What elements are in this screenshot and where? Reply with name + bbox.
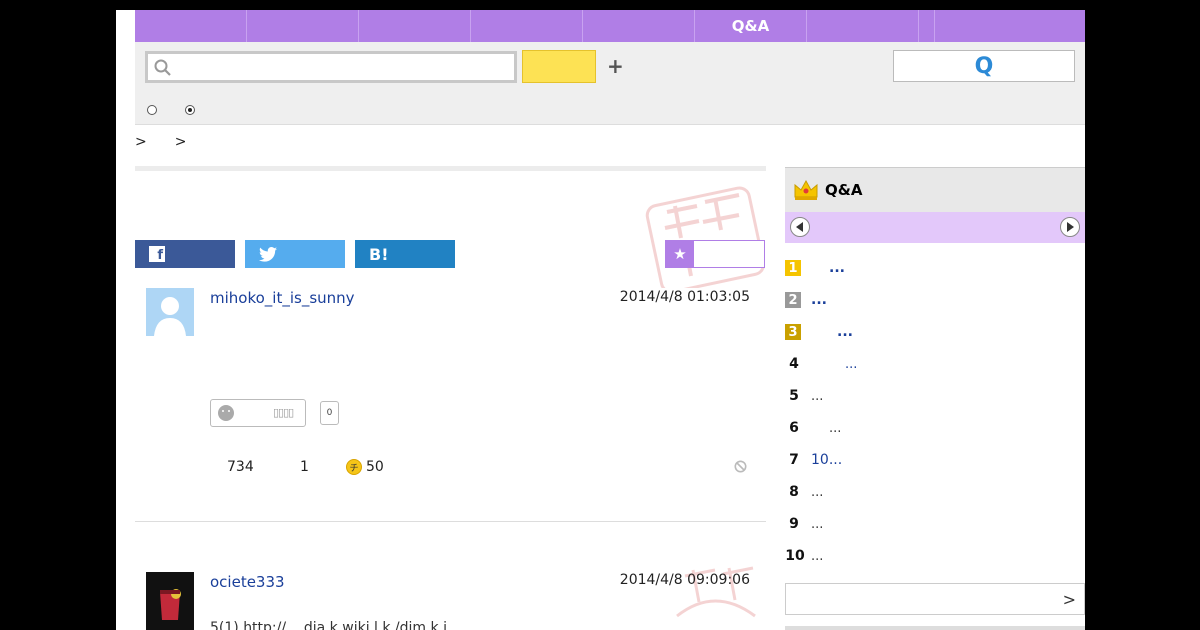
rank-number: 3 xyxy=(785,324,801,340)
ranking-item[interactable]: 2 ... xyxy=(785,292,827,308)
answers-count: 1 xyxy=(300,459,309,475)
ranking-item[interactable]: 1 ... xyxy=(785,260,845,276)
breadcrumb-separator: > xyxy=(135,134,147,150)
next-arrow-button[interactable] xyxy=(1060,217,1080,237)
divider xyxy=(135,166,766,171)
search-input[interactable] xyxy=(178,56,508,78)
breadcrumb-separator: > xyxy=(174,134,187,150)
ranking-more-button[interactable]: > xyxy=(785,583,1085,615)
ranking-item[interactable]: 3 ... xyxy=(785,324,853,340)
search-bar: + Q xyxy=(135,42,1085,125)
page: Q&A + Q > > f B! ★ mihoko_it_is_sunny 20… xyxy=(116,10,1085,630)
facebook-icon: f xyxy=(149,246,165,262)
radio-option-2[interactable] xyxy=(185,105,195,115)
reaction-count: 0 xyxy=(320,401,339,425)
nav-item-7[interactable] xyxy=(807,10,919,42)
ranking-item-title[interactable]: 10... xyxy=(811,452,842,468)
ranking-item-title[interactable]: ... xyxy=(811,389,823,404)
username-link[interactable]: ociete333 xyxy=(210,573,285,591)
rank-number: 8 xyxy=(789,484,799,500)
hatena-bookmark-button[interactable]: B! xyxy=(355,240,455,268)
coin-icon: チ xyxy=(346,459,362,475)
ranking-item[interactable]: 5 ... xyxy=(785,388,823,404)
ask-question-button[interactable]: Q xyxy=(893,50,1075,82)
top-navigation: Q&A xyxy=(135,10,1085,42)
ranking-item-title[interactable]: ... xyxy=(829,260,845,276)
facebook-share-button[interactable]: f xyxy=(135,240,235,268)
ranking-item-title[interactable]: ... xyxy=(837,324,853,340)
ranking-item[interactable]: 7 10... xyxy=(785,452,842,468)
chevron-right-icon: > xyxy=(1062,590,1076,609)
twitter-share-button[interactable] xyxy=(245,240,345,268)
rank-number: 9 xyxy=(789,516,799,532)
breadcrumb: > > xyxy=(135,134,186,150)
post-stats: 734 1 チ 50 xyxy=(227,459,384,475)
coins-count: 50 xyxy=(366,459,384,475)
ranking-sidebar: Q&A 1 ... 2 ... 3 ... 4 ... 5 ... 6 ... … xyxy=(785,167,1085,630)
username-link[interactable]: mihoko_it_is_sunny xyxy=(210,289,355,307)
q-icon: Q xyxy=(974,53,994,79)
ranking-item[interactable]: 9 ... xyxy=(785,516,823,532)
nav-item-9[interactable] xyxy=(935,10,1085,42)
ranking-item-title[interactable]: ... xyxy=(811,485,823,500)
ranking-header: Q&A xyxy=(785,167,1085,212)
nav-item-4[interactable] xyxy=(471,10,583,42)
ranking-item[interactable]: 4 ... xyxy=(785,356,857,372)
hatena-icon: B! xyxy=(369,244,389,264)
search-field[interactable] xyxy=(145,51,517,83)
rank-number: 1 xyxy=(785,260,801,276)
ad-banner[interactable] xyxy=(785,626,1085,630)
nav-item-2[interactable] xyxy=(247,10,359,42)
ranking-item-title[interactable]: ... xyxy=(811,517,823,532)
nav-item-3[interactable] xyxy=(359,10,471,42)
ranking-item-title[interactable]: ... xyxy=(829,421,841,436)
solved-stamp-icon xyxy=(676,566,756,618)
rank-number: 7 xyxy=(789,452,799,468)
rank-number: 2 xyxy=(785,292,801,308)
smile-icon xyxy=(218,405,234,421)
arrow-left-icon xyxy=(796,222,803,232)
nav-item-8[interactable] xyxy=(919,10,935,42)
avatar[interactable] xyxy=(146,572,194,630)
reaction-button[interactable]: ▯▯▯▯ xyxy=(210,399,306,427)
ranking-title: Q&A xyxy=(825,181,863,199)
favorite-button[interactable]: ★ xyxy=(665,240,765,268)
radio-option-1[interactable] xyxy=(147,105,157,115)
twitter-icon xyxy=(259,246,277,262)
search-icon xyxy=(154,59,171,76)
ranking-item-title[interactable]: ... xyxy=(811,292,827,308)
rank-number: 10 xyxy=(785,548,805,564)
post-datetime: 2014/4/8 09:09:06 xyxy=(619,572,750,588)
rank-number: 4 xyxy=(789,356,799,372)
views-count: 734 xyxy=(227,459,254,475)
ranking-tabs xyxy=(785,212,1085,243)
prev-arrow-button[interactable] xyxy=(790,217,810,237)
reaction-label: ▯▯▯▯ xyxy=(273,406,294,419)
crown-icon xyxy=(794,179,818,200)
ranking-item[interactable]: 10 ... xyxy=(785,548,823,564)
ranking-item-title[interactable]: ... xyxy=(845,357,857,372)
question-main: f B! ★ mihoko_it_is_sunny 2014/4/8 01:03… xyxy=(135,166,766,630)
share-buttons: f B! xyxy=(135,240,455,268)
ranking-item[interactable]: 6 ... xyxy=(785,420,841,436)
nav-item-1[interactable] xyxy=(135,10,247,42)
rank-number: 5 xyxy=(789,388,799,404)
plus-icon[interactable]: + xyxy=(607,54,624,78)
ranking-item-title[interactable]: ... xyxy=(811,549,823,564)
search-button[interactable] xyxy=(522,50,596,83)
nav-item-5[interactable] xyxy=(583,10,695,42)
avatar[interactable] xyxy=(146,288,194,336)
star-icon: ★ xyxy=(666,241,694,267)
post-datetime: 2014/4/8 01:03:05 xyxy=(619,289,750,305)
ranking-item[interactable]: 8 ... xyxy=(785,484,823,500)
rank-number: 6 xyxy=(789,420,799,436)
answer-body: 5(1) http://... dia k wiki l k /dim k i xyxy=(210,620,447,630)
report-icon[interactable] xyxy=(734,460,747,473)
arrow-right-icon xyxy=(1067,222,1074,232)
post-divider xyxy=(135,521,766,522)
solved-stamp-icon xyxy=(645,186,765,288)
nav-item-qa[interactable]: Q&A xyxy=(695,10,807,42)
